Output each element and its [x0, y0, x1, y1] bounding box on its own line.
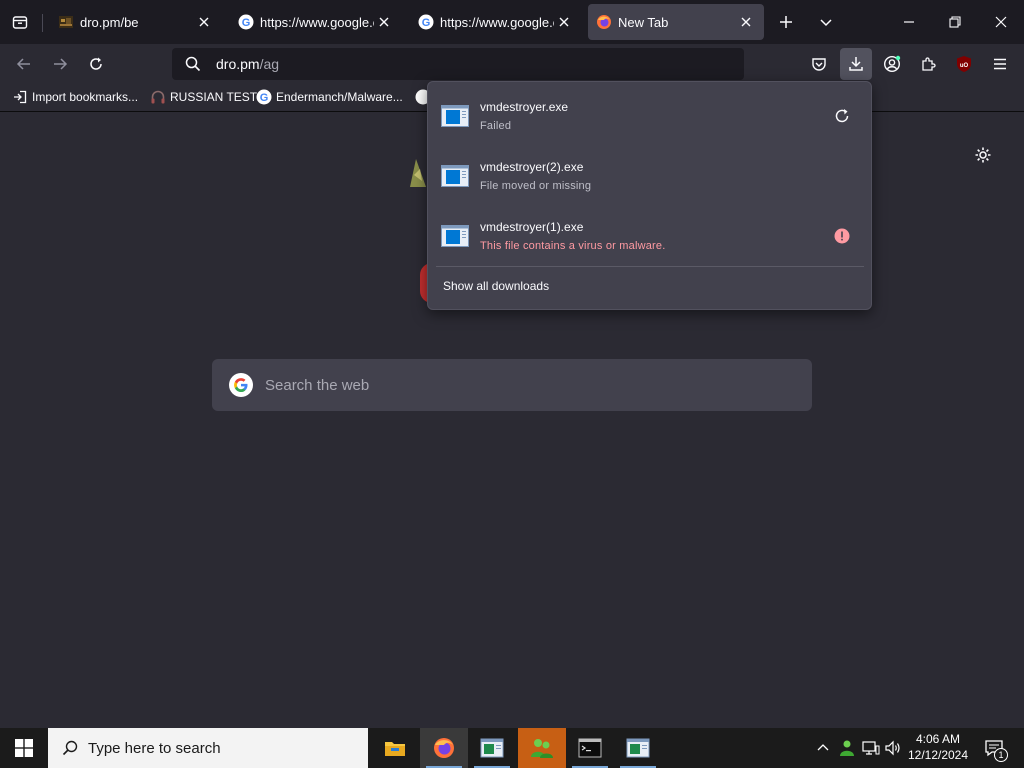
- notification-count-badge: 1: [994, 748, 1008, 762]
- svg-text:uO: uO: [960, 63, 969, 69]
- taskbar-clock[interactable]: 4:06 AM 12/12/2024: [904, 731, 972, 763]
- svg-text:G: G: [242, 17, 251, 29]
- download-item[interactable]: vmdestroyer(2).exe File moved or missing: [436, 148, 864, 204]
- windows-taskbar: Type here to search 4:06 AM 12/12/2024 1: [0, 728, 1024, 768]
- download-filename: vmdestroyer(2).exe: [480, 160, 584, 174]
- search-placeholder: Search the web: [265, 376, 370, 394]
- bookmark-endermanch[interactable]: G Endermanch/Malware...: [256, 89, 403, 105]
- gear-icon[interactable]: [970, 142, 996, 168]
- google-icon: G: [238, 14, 254, 30]
- tab-title: dro.pm/be: [80, 14, 139, 30]
- svg-text:G: G: [422, 17, 431, 29]
- list-all-tabs-chevron-down-icon[interactable]: [814, 10, 838, 34]
- download-filename: vmdestroyer(1).exe: [480, 220, 584, 234]
- firefox-icon: [596, 14, 612, 30]
- google-icon: [229, 373, 253, 397]
- tab-separator: [42, 14, 43, 32]
- url-host: dro.pm: [216, 56, 260, 72]
- show-all-downloads-button[interactable]: Show all downloads: [443, 279, 549, 293]
- app-window-icon[interactable]: [468, 728, 516, 768]
- download-item[interactable]: vmdestroyer.exe Failed: [436, 88, 864, 144]
- headphones-icon: [150, 89, 166, 105]
- close-icon[interactable]: [194, 12, 214, 32]
- google-icon: G: [256, 89, 272, 105]
- reload-icon[interactable]: [84, 52, 108, 76]
- bookmark-label: Endermanch/Malware...: [276, 90, 403, 104]
- download-arrow-icon: [848, 56, 864, 72]
- app-window-icon[interactable]: [614, 728, 662, 768]
- command-prompt-icon[interactable]: [566, 728, 614, 768]
- firefox-view-icon[interactable]: [8, 10, 32, 34]
- url-bar[interactable]: dro.pm/ag: [172, 48, 744, 80]
- clock-time: 4:06 AM: [915, 732, 961, 746]
- download-filename: vmdestroyer.exe: [480, 100, 569, 114]
- hamburger-menu-icon[interactable]: [987, 52, 1013, 76]
- close-icon[interactable]: [554, 12, 574, 32]
- tab-2[interactable]: G https://www.google.co: [230, 4, 402, 40]
- back-arrow-icon[interactable]: [12, 52, 36, 76]
- extensions-puzzle-icon[interactable]: [915, 52, 941, 76]
- close-icon[interactable]: [374, 12, 394, 32]
- forward-arrow-icon[interactable]: [48, 52, 72, 76]
- notifications-icon[interactable]: 1: [980, 728, 1008, 768]
- taskbar-search-placeholder: Type here to search: [88, 739, 221, 757]
- warning-icon[interactable]: [828, 222, 856, 250]
- bookmark-russian-test[interactable]: RUSSIAN TEST: [150, 89, 257, 105]
- search-icon: [185, 56, 201, 72]
- network-icon[interactable]: [860, 728, 882, 768]
- panel-divider: [436, 266, 864, 267]
- new-tab-plus-icon[interactable]: [774, 10, 798, 34]
- google-icon: G: [418, 14, 434, 30]
- logo-fragment-icon: [408, 157, 428, 189]
- taskbar-search-box[interactable]: Type here to search: [48, 728, 368, 768]
- svg-text:G: G: [260, 92, 269, 104]
- close-icon[interactable]: [736, 12, 756, 32]
- volume-icon[interactable]: [882, 728, 904, 768]
- exe-file-icon: [441, 105, 469, 127]
- pixel-image-icon: [58, 14, 74, 30]
- restore-icon[interactable]: [940, 8, 970, 36]
- chevron-up-icon[interactable]: [812, 728, 834, 768]
- import-icon: [12, 89, 28, 105]
- windows-start-icon[interactable]: [0, 728, 48, 768]
- file-explorer-icon[interactable]: [371, 728, 419, 768]
- downloads-panel: vmdestroyer.exe Failed vmdestroyer(2).ex…: [427, 81, 872, 310]
- tab-3[interactable]: G https://www.google.co: [410, 4, 582, 40]
- bookmark-import[interactable]: Import bookmarks...: [12, 89, 138, 105]
- exe-file-icon: [441, 225, 469, 247]
- web-search-box[interactable]: Search the web: [212, 359, 812, 411]
- bookmark-label: Import bookmarks...: [32, 90, 139, 104]
- download-status: Failed: [480, 120, 512, 132]
- tab-title: https://www.google.co: [440, 14, 554, 30]
- user-tray-icon[interactable]: [836, 728, 858, 768]
- tab-bar: dro.pm/be G https://www.google.co G http…: [0, 0, 1024, 44]
- firefox-taskbar-icon[interactable]: [420, 728, 468, 768]
- bookmark-label: RUSSIAN TEST: [170, 90, 258, 104]
- downloads-button[interactable]: [840, 48, 872, 80]
- exe-file-icon: [441, 165, 469, 187]
- minimize-icon[interactable]: [894, 8, 924, 36]
- pocket-icon[interactable]: [806, 52, 832, 76]
- close-window-icon[interactable]: [986, 8, 1016, 36]
- retry-icon[interactable]: [828, 102, 856, 130]
- clock-date: 12/12/2024: [907, 748, 969, 762]
- tab-1[interactable]: dro.pm/be: [50, 4, 222, 40]
- tab-new-tab[interactable]: New Tab: [588, 4, 764, 40]
- users-app-icon[interactable]: [518, 728, 566, 768]
- download-status: File moved or missing: [480, 180, 592, 192]
- download-item[interactable]: vmdestroyer(1).exe This file contains a …: [436, 208, 864, 264]
- download-status: This file contains a virus or malware.: [480, 240, 666, 252]
- tab-title: https://www.google.co: [260, 14, 374, 30]
- search-icon: [62, 740, 78, 756]
- account-icon[interactable]: [879, 52, 905, 76]
- url-path: /ag: [259, 56, 280, 72]
- tab-title: New Tab: [618, 14, 669, 30]
- ublock-origin-icon[interactable]: uO: [951, 52, 977, 76]
